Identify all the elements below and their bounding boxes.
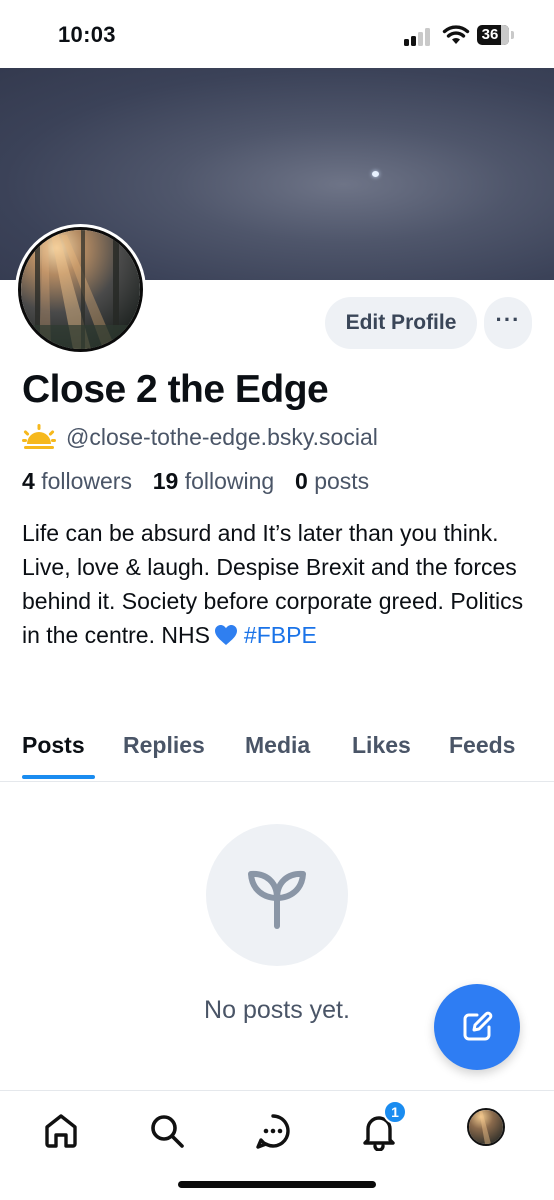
status-bar: 10:03 36 (0, 0, 554, 68)
signal-icon (404, 28, 434, 46)
profile-tabs: Posts Replies Media Likes Feeds (0, 722, 554, 782)
battery-level: 36 (481, 26, 499, 43)
compose-post-button[interactable] (434, 984, 520, 1070)
tab-feeds[interactable]: Feeds (449, 732, 515, 759)
handle-row: @close-tothe-edge.bsky.social (22, 422, 378, 452)
hashtag-link[interactable]: #FBPE (244, 622, 317, 648)
tab-media[interactable]: Media (245, 732, 310, 759)
notification-badge: 1 (383, 1100, 407, 1124)
display-name: Close 2 the Edge (22, 368, 329, 411)
profile-avatar[interactable] (15, 224, 146, 355)
sprout-icon (248, 870, 306, 929)
followers-link[interactable]: 4 followers (22, 468, 132, 494)
profile-tab-avatar[interactable] (467, 1108, 505, 1146)
chat-icon[interactable] (253, 1111, 293, 1151)
compose-icon (463, 1011, 493, 1041)
battery-icon: 36 (477, 25, 509, 45)
active-tab-indicator (22, 775, 95, 779)
status-time: 10:03 (58, 22, 116, 47)
wifi-icon (442, 25, 470, 44)
tab-replies[interactable]: Replies (123, 732, 205, 759)
blue-heart-icon (214, 625, 237, 645)
home-icon[interactable] (41, 1111, 81, 1151)
more-options-button[interactable]: ··· (484, 297, 532, 349)
posts-count: 0 posts (295, 468, 370, 494)
profile-handle: @close-tothe-edge.bsky.social (66, 423, 378, 450)
empty-state-illustration (206, 824, 348, 966)
tab-posts[interactable]: Posts (22, 732, 85, 759)
tab-likes[interactable]: Likes (352, 732, 411, 759)
avatar-image (21, 230, 140, 349)
edit-profile-button[interactable]: Edit Profile (325, 297, 477, 349)
profile-bio: Life can be absurd and It’s later than y… (22, 516, 532, 652)
profile-stats: 4 followers 19 following 0 posts (22, 468, 369, 495)
following-link[interactable]: 19 following (153, 468, 274, 494)
home-indicator (178, 1181, 376, 1188)
sunrise-icon (22, 424, 56, 449)
search-icon[interactable] (147, 1111, 187, 1151)
